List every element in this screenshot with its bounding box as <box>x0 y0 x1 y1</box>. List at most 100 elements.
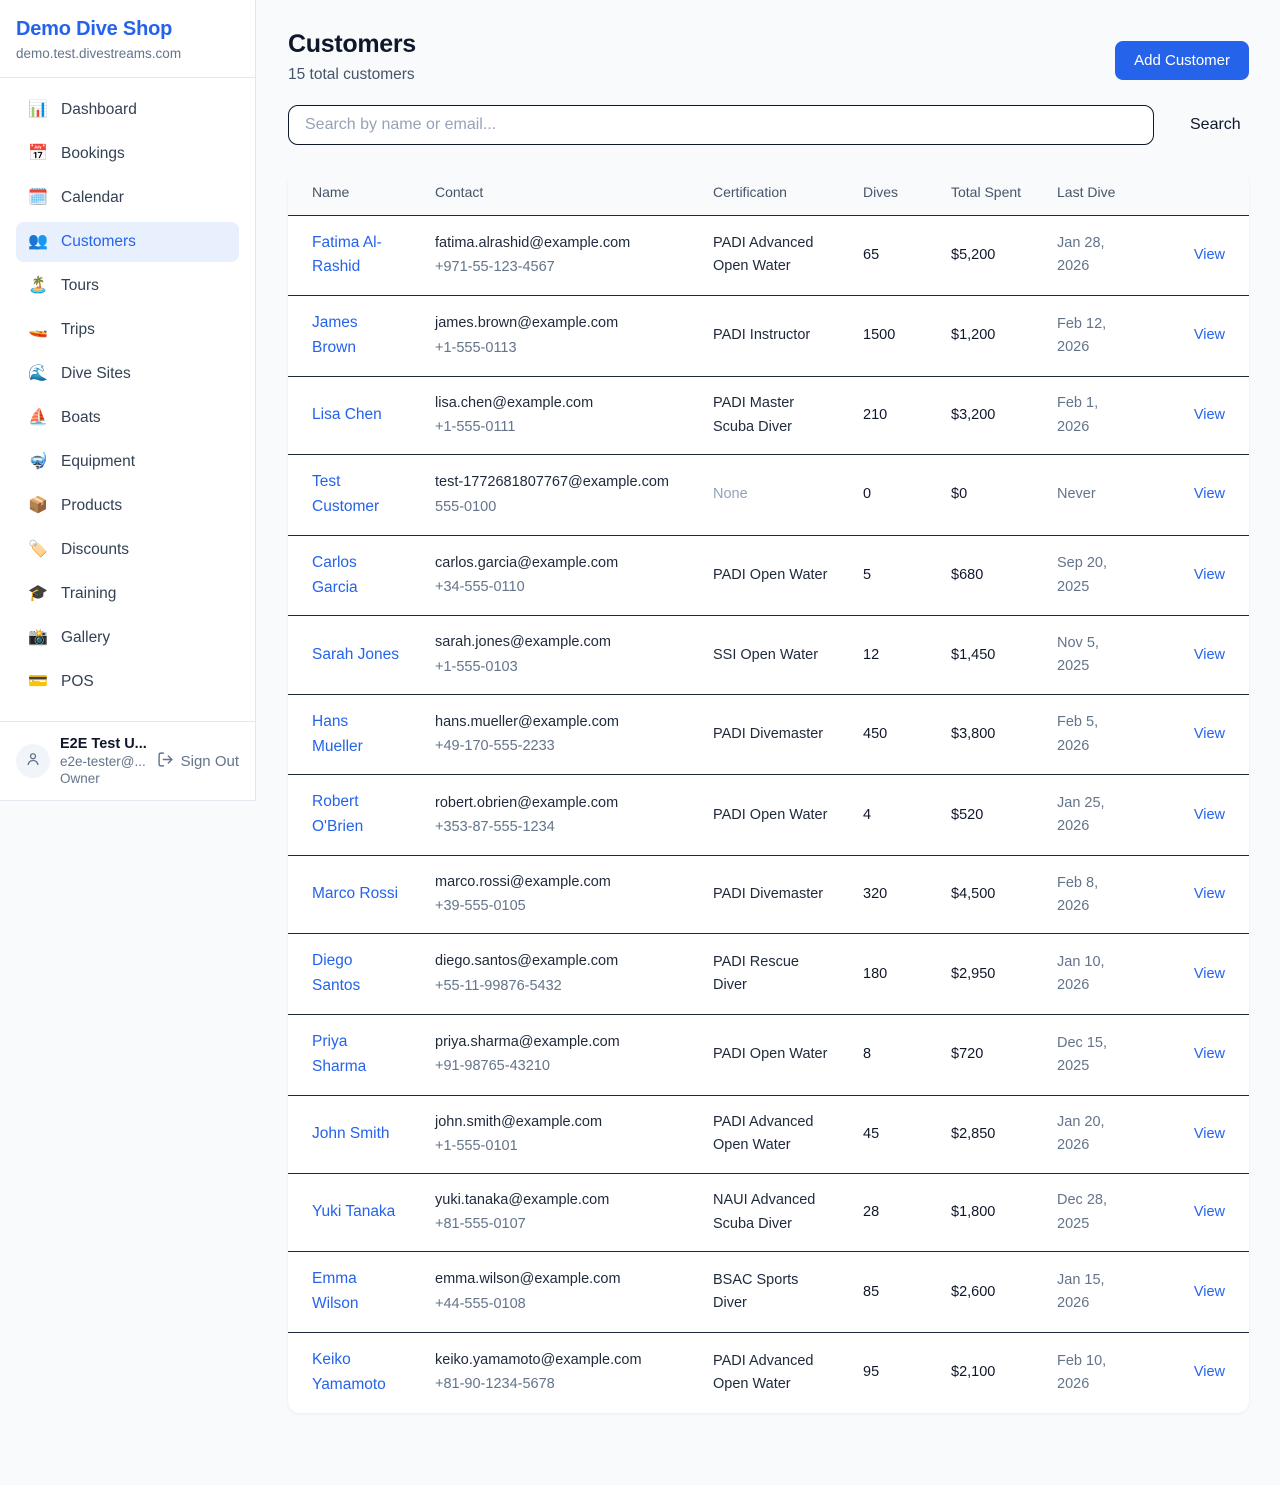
customer-email: robert.obrien@example.com <box>435 792 681 815</box>
customer-link-robert-obrien[interactable]: Robert O'Brien <box>312 793 363 835</box>
customer-last-dive: Never <box>1057 486 1096 502</box>
sidebar-item-pos[interactable]: 💳 POS <box>16 662 239 702</box>
customer-certification: PADI Divemaster <box>713 726 823 742</box>
table-row: Test Customer test-1772681807767@example… <box>288 455 1249 536</box>
sidebar-item-equipment[interactable]: 🤿 Equipment <box>16 442 239 482</box>
view-link-fatima-al-rashid[interactable]: View <box>1194 247 1225 263</box>
customer-link-sarah-jones[interactable]: Sarah Jones <box>312 646 399 663</box>
pos-icon: 💳 <box>28 674 48 690</box>
customer-link-fatima-al-rashid[interactable]: Fatima Al-Rashid <box>312 234 382 276</box>
column-certification: Certification <box>701 171 851 215</box>
view-link-test-customer[interactable]: View <box>1194 486 1225 502</box>
customer-dives: 45 <box>863 1126 879 1142</box>
customer-link-diego-santos[interactable]: Diego Santos <box>312 952 360 994</box>
customers-icon: 👥 <box>28 234 48 250</box>
sidebar-item-label: Equipment <box>61 453 135 471</box>
customer-link-james-brown[interactable]: James Brown <box>312 314 358 356</box>
sidebar-item-label: POS <box>61 673 94 691</box>
add-customer-button[interactable]: Add Customer <box>1115 41 1249 80</box>
column-actions <box>1147 171 1249 215</box>
view-link-yuki-tanaka[interactable]: View <box>1194 1204 1225 1220</box>
table-header: Name Contact Certification Dives Total S… <box>288 171 1249 215</box>
customer-link-carlos-garcia[interactable]: Carlos Garcia <box>312 554 358 596</box>
view-link-john-smith[interactable]: View <box>1194 1126 1225 1142</box>
customer-link-john-smith[interactable]: John Smith <box>312 1125 390 1142</box>
sidebar-item-dive-sites[interactable]: 🌊 Dive Sites <box>16 354 239 394</box>
table-body: Fatima Al-Rashid fatima.alrashid@example… <box>288 215 1249 1412</box>
sign-out-button[interactable]: Sign Out <box>157 751 239 772</box>
customer-dives: 65 <box>863 247 879 263</box>
sidebar-item-label: Bookings <box>61 145 125 163</box>
customer-phone: +353-87-555-1234 <box>435 816 681 839</box>
search-button[interactable]: Search <box>1180 108 1251 142</box>
customer-total-spent: $720 <box>951 1046 983 1062</box>
customer-email: sarah.jones@example.com <box>435 631 681 654</box>
customer-link-test-customer[interactable]: Test Customer <box>312 473 379 515</box>
search-input[interactable] <box>288 105 1154 145</box>
customer-dives: 320 <box>863 886 887 902</box>
table-row: Carlos Garcia carlos.garcia@example.com … <box>288 535 1249 616</box>
customer-certification: PADI Master Scuba Diver <box>713 395 794 434</box>
customer-link-hans-mueller[interactable]: Hans Mueller <box>312 713 363 755</box>
view-link-hans-mueller[interactable]: View <box>1194 726 1225 742</box>
customer-certification: PADI Divemaster <box>713 886 823 902</box>
customer-total-spent: $1,450 <box>951 647 995 663</box>
dashboard-icon: 📊 <box>28 102 48 118</box>
customer-link-emma-wilson[interactable]: Emma Wilson <box>312 1270 359 1312</box>
sidebar-item-tours[interactable]: 🏝️ Tours <box>16 266 239 306</box>
customer-dives: 85 <box>863 1284 879 1300</box>
customer-email: fatima.alrashid@example.com <box>435 232 681 255</box>
sidebar-item-gallery[interactable]: 📸 Gallery <box>16 618 239 658</box>
gallery-icon: 📸 <box>28 630 48 646</box>
customer-total-spent: $2,850 <box>951 1126 995 1142</box>
view-link-lisa-chen[interactable]: View <box>1194 407 1225 423</box>
sidebar-nav: 📊 Dashboard 📅 Bookings 🗓️ Calendar 👥 Cus… <box>0 78 255 721</box>
customer-phone: +81-90-1234-5678 <box>435 1373 681 1396</box>
customer-total-spent: $1,200 <box>951 327 995 343</box>
sidebar-footer: E2E Test U... e2e-tester@... Owner Sign … <box>0 721 255 800</box>
column-dives: Dives <box>851 171 939 215</box>
view-link-james-brown[interactable]: View <box>1194 327 1225 343</box>
view-link-emma-wilson[interactable]: View <box>1194 1284 1225 1300</box>
customer-link-priya-sharma[interactable]: Priya Sharma <box>312 1033 366 1075</box>
view-link-sarah-jones[interactable]: View <box>1194 647 1225 663</box>
column-contact: Contact <box>423 171 701 215</box>
sidebar-item-dashboard[interactable]: 📊 Dashboard <box>16 90 239 130</box>
sidebar-item-boats[interactable]: ⛵ Boats <box>16 398 239 438</box>
table-row: Yuki Tanaka yuki.tanaka@example.com +81-… <box>288 1173 1249 1251</box>
bookings-icon: 📅 <box>28 146 48 162</box>
calendar-icon: 🗓️ <box>28 190 48 206</box>
view-link-keiko-yamamoto[interactable]: View <box>1194 1364 1225 1380</box>
customer-last-dive: Feb 12, 2026 <box>1057 316 1106 355</box>
page-title-block: Customers 15 total customers <box>288 30 416 84</box>
view-link-robert-obrien[interactable]: View <box>1194 807 1225 823</box>
sidebar-item-training[interactable]: 🎓 Training <box>16 574 239 614</box>
table-row: Sarah Jones sarah.jones@example.com +1-5… <box>288 616 1249 694</box>
customer-dives: 95 <box>863 1364 879 1380</box>
avatar <box>16 744 50 778</box>
customer-email: marco.rossi@example.com <box>435 871 681 894</box>
sidebar-item-calendar[interactable]: 🗓️ Calendar <box>16 178 239 218</box>
view-link-carlos-garcia[interactable]: View <box>1194 567 1225 583</box>
customer-link-keiko-yamamoto[interactable]: Keiko Yamamoto <box>312 1351 386 1393</box>
customer-link-marco-rossi[interactable]: Marco Rossi <box>312 885 398 902</box>
view-link-priya-sharma[interactable]: View <box>1194 1046 1225 1062</box>
customer-email: lisa.chen@example.com <box>435 392 681 415</box>
sidebar-item-products[interactable]: 📦 Products <box>16 486 239 526</box>
table-row: Emma Wilson emma.wilson@example.com +44-… <box>288 1252 1249 1333</box>
view-link-marco-rossi[interactable]: View <box>1194 886 1225 902</box>
table-row: Hans Mueller hans.mueller@example.com +4… <box>288 694 1249 775</box>
sidebar-item-bookings[interactable]: 📅 Bookings <box>16 134 239 174</box>
view-link-diego-santos[interactable]: View <box>1194 966 1225 982</box>
customer-link-yuki-tanaka[interactable]: Yuki Tanaka <box>312 1203 395 1220</box>
customer-total-spent: $4,500 <box>951 886 995 902</box>
customer-link-lisa-chen[interactable]: Lisa Chen <box>312 406 382 423</box>
sidebar-item-discounts[interactable]: 🏷️ Discounts <box>16 530 239 570</box>
customer-phone: +91-98765-43210 <box>435 1055 681 1078</box>
customer-certification: PADI Open Water <box>713 567 827 583</box>
customer-total-spent: $2,600 <box>951 1284 995 1300</box>
table-row: Lisa Chen lisa.chen@example.com +1-555-0… <box>288 376 1249 454</box>
sidebar-item-customers[interactable]: 👥 Customers <box>16 222 239 262</box>
customer-total-spent: $2,100 <box>951 1364 995 1380</box>
sidebar-item-trips[interactable]: 🚤 Trips <box>16 310 239 350</box>
